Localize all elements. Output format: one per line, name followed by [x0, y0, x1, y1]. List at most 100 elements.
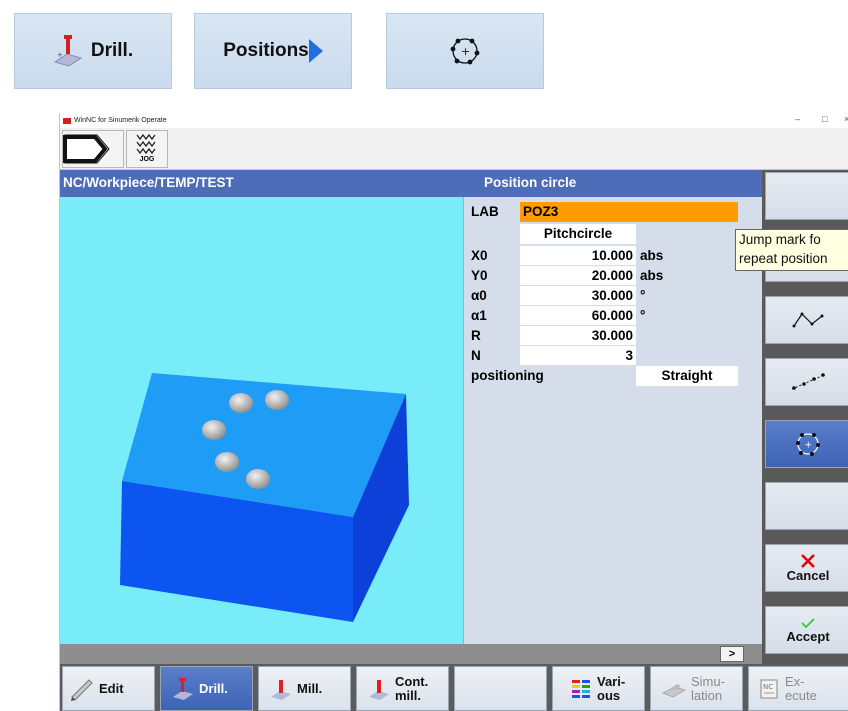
horizontal-softkey-bar: Edit Drill. Mill. Cont. mill. Vari- ous … — [60, 664, 848, 711]
drill-tab-button[interactable]: Drill. — [160, 666, 253, 711]
mode-select[interactable]: Pitchcircle — [520, 224, 636, 244]
cancel-button[interactable]: Cancel — [765, 544, 848, 592]
param-row-r: R 30.000 — [464, 326, 763, 346]
jog-mode-button[interactable]: JOG — [126, 130, 168, 168]
a0-label: α0 — [471, 288, 487, 303]
param-row-positioning: positioning Straight — [464, 366, 763, 386]
app-window: WinNC for Sinumerik Operate – □ × JOG NC… — [59, 113, 848, 711]
header-bar: NC/Workpiece/TEMP/TEST Position circle — [60, 170, 762, 197]
hole-3 — [202, 420, 226, 440]
position-circle-icon: + — [450, 38, 480, 65]
svg-text:+: + — [805, 441, 813, 451]
simulation-icon — [661, 683, 687, 698]
contour-mill-icon — [369, 679, 389, 700]
simulation-label-2: lation — [691, 687, 723, 703]
execute-label-1: Ex- — [785, 673, 805, 689]
various-button[interactable]: Vari- ous — [552, 666, 645, 711]
edit-label: Edit — [99, 680, 124, 696]
execute-nc-icon: NC — [760, 679, 778, 698]
accept-check-icon — [801, 617, 815, 628]
mill-icon — [271, 679, 291, 700]
y0-unit[interactable]: abs — [640, 268, 663, 283]
workpiece-graphic — [120, 373, 409, 622]
close-button[interactable]: × — [844, 114, 848, 124]
arrow-right-icon — [308, 39, 323, 63]
execute-button[interactable]: NC Ex- ecute — [748, 666, 848, 711]
maximize-button[interactable]: □ — [822, 114, 827, 124]
title-bar: WinNC for Sinumerik Operate – □ × — [60, 113, 848, 128]
r-input[interactable]: 30.000 — [520, 326, 636, 345]
hole-2 — [265, 390, 289, 410]
a1-label: α1 — [471, 308, 487, 323]
accept-button[interactable]: Accept — [765, 606, 848, 654]
more-button[interactable]: > — [720, 646, 744, 662]
a1-input[interactable]: 60.000 — [520, 306, 636, 325]
hole-5 — [246, 469, 270, 489]
y0-label: Y0 — [471, 268, 488, 283]
cancel-x-icon — [801, 553, 815, 568]
jog-wave-icon — [136, 133, 156, 155]
lab-input[interactable]: POZ3 — [520, 202, 738, 222]
param-row-y0: Y0 20.000 abs — [464, 266, 763, 286]
minimize-button[interactable]: – — [795, 114, 800, 124]
lab-label: LAB — [471, 204, 499, 219]
simulation-button[interactable]: Simu- lation — [650, 666, 743, 711]
window-title: WinNC for Sinumerik Operate — [74, 117, 167, 124]
drill-key-label: Drill. — [90, 40, 134, 61]
status-bar: > — [60, 644, 762, 664]
positioning-select[interactable]: Straight — [636, 366, 738, 386]
tooltip-line-2: repeat position — [739, 251, 828, 266]
vsk-circle[interactable]: + — [765, 420, 848, 468]
machine-button[interactable] — [62, 130, 124, 168]
contour-mill-label-1: Cont. — [395, 673, 429, 689]
positions-key-label: Positions — [223, 40, 309, 61]
svg-text:+: + — [57, 51, 63, 59]
workpiece-preview — [60, 197, 463, 644]
jog-label: JOG — [139, 156, 155, 163]
line-positions-icon — [791, 373, 825, 390]
vsk-line[interactable] — [765, 358, 848, 406]
contour-mill-button[interactable]: Cont. mill. — [356, 666, 449, 711]
machine-arrow-icon — [63, 134, 110, 164]
various-label-2: ous — [597, 687, 621, 703]
hole-4 — [215, 452, 239, 472]
param-row-x0: X0 10.000 abs — [464, 246, 763, 266]
a1-unit: ° — [640, 308, 646, 323]
vsk-6[interactable] — [765, 482, 848, 530]
vsk-polyline[interactable] — [765, 296, 848, 344]
empty-softkey[interactable] — [454, 666, 547, 711]
a0-input[interactable]: 30.000 — [520, 286, 636, 305]
edit-button[interactable]: Edit — [62, 666, 155, 711]
param-row-n: N 3 — [464, 346, 763, 366]
svg-text:NC: NC — [763, 683, 773, 691]
param-row-lab: LAB POZ3 — [464, 202, 763, 222]
cancel-label: Cancel — [786, 567, 830, 583]
tooltip-line-1: Jump mark fo — [739, 232, 821, 247]
parameter-form: LAB POZ3 Pitchcircle X0 10.000 abs Y0 20… — [463, 197, 762, 644]
drill-icon: + — [53, 35, 83, 67]
n-label: N — [471, 348, 481, 363]
edit-pencil-icon — [71, 678, 93, 701]
a0-unit: ° — [640, 288, 646, 303]
x0-input[interactable]: 10.000 — [520, 246, 636, 265]
positioning-label: positioning — [471, 368, 544, 383]
dialog-title: Position circle — [484, 175, 577, 190]
top-toolbar: JOG — [60, 128, 848, 170]
simulation-label-1: Simu- — [691, 673, 725, 689]
drill-icon — [173, 677, 193, 700]
position-circle-icon: + — [796, 433, 820, 456]
mill-button[interactable]: Mill. — [258, 666, 351, 711]
vsk-1[interactable] — [765, 172, 848, 220]
drill-key-illustration: + Drill. — [14, 13, 172, 89]
drill-tab-label: Drill. — [199, 680, 228, 696]
accept-label: Accept — [786, 628, 830, 644]
param-row-mode: Pitchcircle — [464, 224, 763, 244]
position-circle-key-illustration: + — [386, 13, 544, 89]
x0-unit[interactable]: abs — [640, 248, 663, 263]
y0-input[interactable]: 20.000 — [520, 266, 636, 285]
x0-label: X0 — [471, 248, 488, 263]
n-input[interactable]: 3 — [520, 346, 636, 365]
mill-label: Mill. — [297, 680, 323, 696]
polyline-icon — [792, 312, 824, 328]
hole-1 — [229, 393, 253, 413]
